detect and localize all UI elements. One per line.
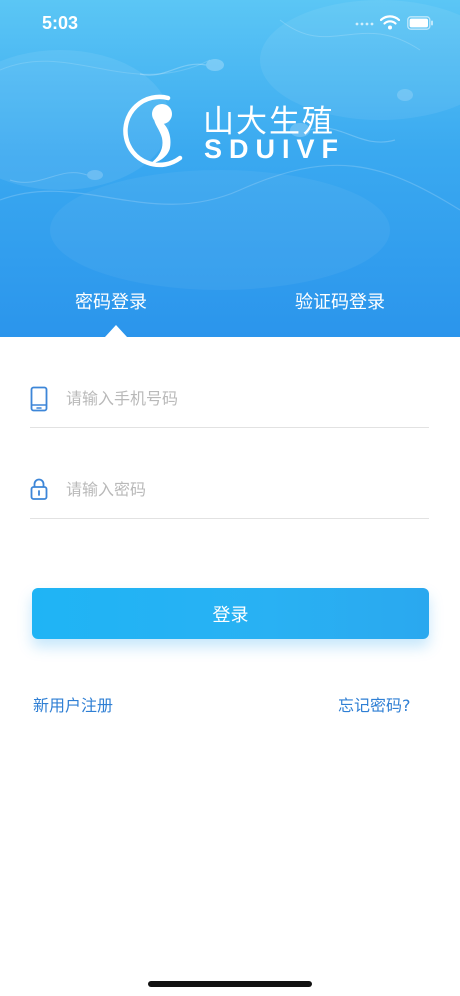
header-banner: 5:03 山大生殖 SDUIVF 密码登录 验证码登录 bbox=[0, 0, 460, 337]
login-button[interactable]: 登录 bbox=[32, 588, 429, 639]
register-link[interactable]: 新用户注册 bbox=[33, 692, 113, 716]
password-field bbox=[30, 463, 429, 519]
active-tab-indicator bbox=[105, 325, 127, 337]
phone-field bbox=[30, 372, 429, 428]
phone-icon bbox=[30, 386, 48, 412]
phone-input[interactable] bbox=[66, 382, 426, 414]
brand-name-en: SDUIVF bbox=[204, 134, 346, 164]
battery-icon bbox=[407, 16, 433, 30]
logo-mark-icon bbox=[123, 94, 183, 168]
status-time: 5:03 bbox=[42, 13, 79, 33]
status-bar: 5:03 bbox=[0, 0, 460, 50]
tab-password-login[interactable]: 密码登录 bbox=[75, 288, 147, 314]
tab-code-login[interactable]: 验证码登录 bbox=[295, 288, 385, 314]
wifi-icon bbox=[380, 15, 400, 30]
home-indicator bbox=[148, 981, 312, 987]
password-input[interactable] bbox=[66, 473, 426, 505]
signal-icon bbox=[355, 22, 374, 26]
lock-icon bbox=[30, 478, 48, 500]
forgot-password-link[interactable]: 忘记密码? bbox=[338, 692, 411, 716]
brand-logo: 山大生殖 SDUIVF bbox=[120, 92, 340, 172]
